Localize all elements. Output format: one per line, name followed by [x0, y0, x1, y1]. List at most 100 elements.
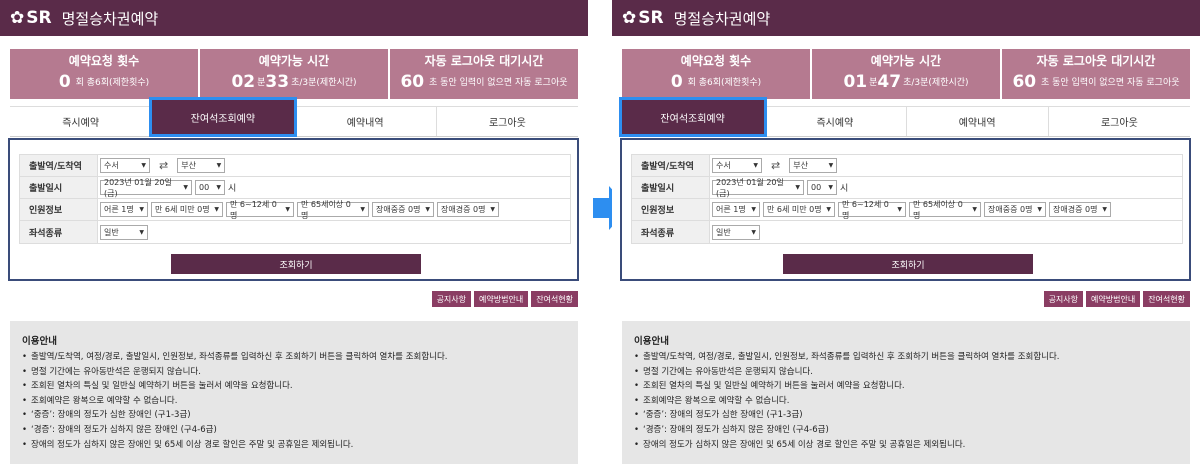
date-select[interactable]: 2023년 01월 20일(금) ▼ [712, 178, 804, 198]
tab-bar: 즉시예약 잔여석조회예약 예약내역 로그아웃 [10, 97, 578, 137]
senior-select[interactable]: 만 65세이상 0명 ▼ [909, 200, 981, 220]
seat-type-select[interactable]: 일반 ▼ [100, 224, 148, 240]
seat-type-row: 좌석종류 일반 ▼ [632, 221, 1182, 243]
arrival-station-select[interactable]: 부산 ▼ [789, 158, 838, 173]
chevron-down-icon: ▼ [490, 206, 495, 213]
list-item: ‘경증’: 장애의 정도가 심하지 않은 장애인 (구4-6급) [22, 423, 566, 438]
chevron-down-icon: ▼ [828, 184, 833, 191]
search-button[interactable]: 조회하기 [783, 254, 1033, 274]
datetime-row: 출발일시 2023년 01월 20일(금) ▼ 00 ▼ 시 [632, 177, 1182, 199]
chevron-down-icon: ▼ [751, 206, 756, 213]
sr-logo: ✿ SR [10, 8, 52, 28]
chevron-down-icon: ▼ [828, 162, 834, 169]
passenger-row: 인원정보 어른 1명 ▼ 만 6세 미만 0명 ▼ 만 6~12세 0명 ▼ 만 65… [632, 199, 1182, 221]
station-row: 출발역/도착역 수서 ▼ ⇄ 부산 ▼ [20, 155, 570, 177]
child-under6-select[interactable]: 만 6세 미만 0명 ▼ [763, 202, 835, 217]
search-button[interactable]: 조회하기 [171, 254, 421, 274]
header-bar: ✿ SR 명절승차권예약 [612, 0, 1200, 36]
hour-select[interactable]: 00 ▼ [807, 180, 837, 195]
swap-icon[interactable]: ⇄ [159, 159, 168, 172]
reservation-guide-button[interactable]: 예약방법안내 [474, 291, 529, 307]
request-count-box: 예약요청 횟수 0 회 총6회(제한횟수) [10, 49, 198, 99]
screen-after: ✿ SR 명절승차권예약 예약요청 횟수 0 회 총6회(제한횟수) 예약가능 … [612, 0, 1200, 473]
header-bar: ✿ SR 명절승차권예약 [0, 0, 588, 36]
screen-before: ✿ SR 명절승차권예약 예약요청 횟수 0 회 총6회(제한횟수) 예약가능 … [0, 0, 588, 473]
remaining-minutes: 02 [231, 72, 256, 92]
list-item: 장애의 정도가 심하지 않은 장애인 및 65세 이상 경로 할인은 주말 및 … [22, 438, 566, 453]
swap-icon[interactable]: ⇄ [771, 159, 780, 172]
child-under6-select[interactable]: 만 6세 미만 0명 ▼ [151, 202, 223, 217]
chevron-down-icon: ▼ [897, 206, 902, 213]
tab-instant-reservation[interactable]: 즉시예약 [10, 107, 153, 136]
remaining-time-box: 예약가능 시간 02 분33 초/3분(제한시간) [200, 49, 388, 99]
tab-reservation-history[interactable]: 예약내역 [907, 107, 1049, 136]
remaining-seats-button[interactable]: 잔여석현황 [1143, 291, 1190, 307]
adult-count-select[interactable]: 어른 1명 ▼ [712, 202, 760, 217]
remaining-time-box: 예약가능 시간 01 분47 초/3분(제한시간) [812, 49, 1000, 99]
list-item: ‘중증’: 장애의 정도가 심한 장애인 (구1-3급) [634, 408, 1178, 423]
app-title: 명절승차권예약 [673, 9, 771, 28]
chevron-down-icon: ▼ [826, 206, 831, 213]
list-item: ‘경증’: 장애의 정도가 심하지 않은 장애인 (구4-6급) [634, 423, 1178, 438]
list-item: 출발역/도착역, 여정/경로, 출발일시, 인원정보, 좌석종류를 입력하신 후… [634, 350, 1178, 365]
arrival-station-select[interactable]: 부산 ▼ [177, 158, 226, 173]
senior-select[interactable]: 만 65세이상 0명 ▼ [297, 200, 369, 220]
list-item: ‘중증’: 장애의 정도가 심한 장애인 (구1-3급) [22, 408, 566, 423]
tab-bar: 잔여석조회예약 즉시예약 예약내역 로그아웃 [618, 97, 1190, 137]
logout-seconds: 60 [400, 72, 425, 92]
chevron-down-icon: ▼ [216, 184, 221, 191]
chevron-down-icon: ▼ [972, 206, 977, 213]
list-item: 조회된 열차의 특실 및 일반실 예약하기 버튼을 눌러서 예약을 요청합니다. [634, 379, 1178, 394]
notice-button[interactable]: 공지사항 [431, 291, 472, 307]
info-links: 공지사항 예약방법안내 잔여석현황 [431, 291, 578, 307]
tab-reservation-history[interactable]: 예약내역 [295, 107, 437, 136]
search-form: 출발역/도착역 수서 ▼ ⇄ 부산 ▼ 출발일시 2023년 01월 20일(금) ▼… [620, 138, 1191, 281]
chevron-down-icon: ▼ [139, 228, 144, 236]
notice-button[interactable]: 공지사항 [1043, 291, 1084, 307]
request-count: 0 [58, 72, 71, 92]
tab-logout[interactable]: 로그아웃 [437, 107, 578, 136]
remaining-seconds: 47 [877, 72, 902, 92]
list-item: 조회예약은 왕복으로 예약할 수 없습니다. [22, 394, 566, 409]
tab-seat-search-reservation[interactable]: 잔여석조회예약 [148, 97, 297, 137]
remaining-seconds: 33 [265, 72, 290, 92]
request-count: 0 [670, 72, 683, 92]
child-6-12-select[interactable]: 만 6~12세 0명 ▼ [838, 200, 906, 220]
mild-disability-select[interactable]: 장애경증 0명 ▼ [437, 202, 499, 217]
child-6-12-select[interactable]: 만 6~12세 0명 ▼ [226, 200, 294, 220]
severe-disability-select[interactable]: 장애중증 0명 ▼ [372, 202, 434, 217]
datetime-row: 출발일시 2023년 01월 20일(금) ▼ 00 ▼ 시 [20, 177, 570, 199]
date-select[interactable]: 2023년 01월 20일(금) ▼ [100, 178, 192, 198]
passenger-row: 인원정보 어른 1명 ▼ 만 6세 미만 0명 ▼ 만 6~12세 0명 ▼ 만 65… [20, 199, 570, 221]
chevron-down-icon: ▼ [753, 162, 758, 169]
chevron-down-icon: ▼ [216, 162, 222, 169]
auto-logout-box: 자동 로그아웃 대기시간 60 초 동안 입력이 없으면 자동 로그아웃 [390, 49, 578, 99]
mild-disability-select[interactable]: 장애경증 0명 ▼ [1049, 202, 1111, 217]
sr-emblem-icon: ✿ [622, 8, 637, 28]
chevron-down-icon: ▼ [795, 184, 800, 191]
chevron-down-icon: ▼ [1037, 206, 1042, 213]
app-title: 명절승차권예약 [61, 9, 159, 28]
chevron-down-icon: ▼ [183, 184, 188, 191]
departure-station-select[interactable]: 수서 ▼ [712, 158, 762, 173]
usage-guide: 이용안내 출발역/도착역, 여정/경로, 출발일시, 인원정보, 좌석종류를 입… [622, 321, 1190, 464]
tab-logout[interactable]: 로그아웃 [1049, 107, 1190, 136]
usage-guide: 이용안내 출발역/도착역, 여정/경로, 출발일시, 인원정보, 좌석종류를 입… [10, 321, 578, 464]
severe-disability-select[interactable]: 장애중증 0명 ▼ [984, 202, 1046, 217]
sr-emblem-icon: ✿ [10, 8, 25, 28]
adult-count-select[interactable]: 어른 1명 ▼ [100, 202, 148, 217]
remaining-seats-button[interactable]: 잔여석현황 [531, 291, 578, 307]
list-item: 명절 기간에는 유아동반석은 운행되지 않습니다. [22, 365, 566, 380]
reservation-guide-button[interactable]: 예약방법안내 [1086, 291, 1141, 307]
station-row: 출발역/도착역 수서 ▼ ⇄ 부산 ▼ [632, 155, 1182, 177]
list-item: 출발역/도착역, 여정/경로, 출발일시, 인원정보, 좌석종류를 입력하신 후… [22, 350, 566, 365]
auto-logout-box: 자동 로그아웃 대기시간 60 초 동안 입력이 없으면 자동 로그아웃 [1002, 49, 1190, 99]
remaining-minutes: 01 [843, 72, 868, 92]
list-item: 조회된 열차의 특실 및 일반실 예약하기 버튼을 눌러서 예약을 요청합니다. [22, 379, 566, 394]
chevron-down-icon: ▼ [141, 162, 146, 169]
hour-select[interactable]: 00 ▼ [195, 180, 225, 195]
tab-instant-reservation[interactable]: 즉시예약 [764, 107, 907, 136]
departure-station-select[interactable]: 수서 ▼ [100, 158, 150, 173]
seat-type-select[interactable]: 일반 ▼ [712, 224, 760, 240]
tab-seat-search-reservation[interactable]: 잔여석조회예약 [618, 97, 767, 137]
